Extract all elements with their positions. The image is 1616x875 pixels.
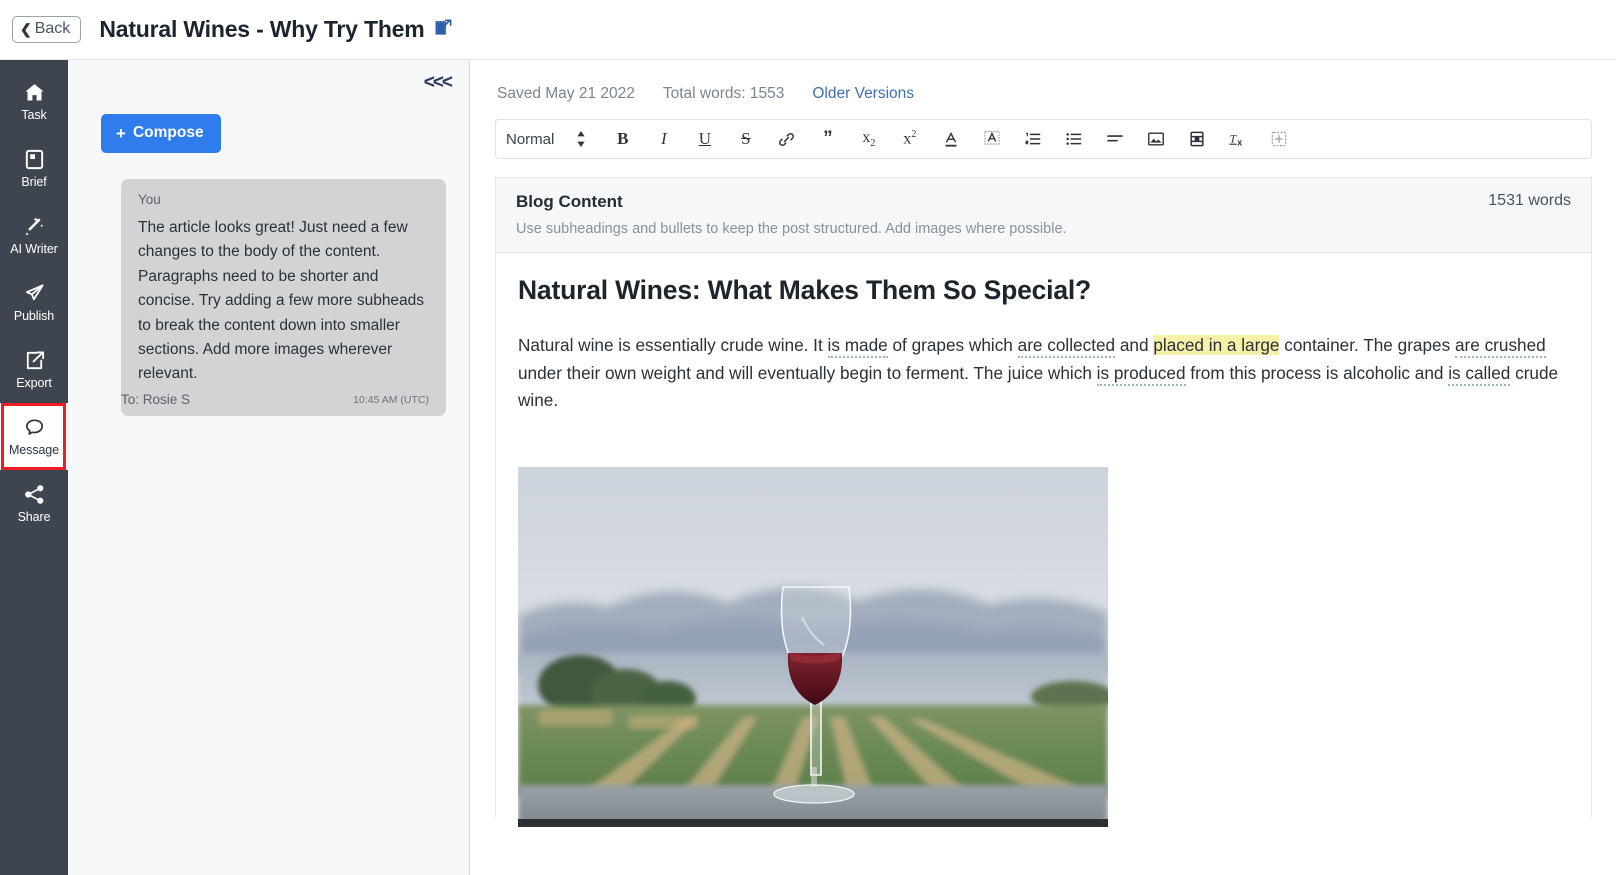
message-bubble[interactable]: You The article looks great! Just need a… [121, 179, 446, 416]
message-author: You [138, 192, 429, 207]
insert-embed-button[interactable] [1176, 123, 1217, 155]
highlighted-text[interactable]: placed in a large [1153, 335, 1279, 355]
sidebar-item-label: Share [18, 511, 51, 524]
message-recipient: To: Rosie S [121, 392, 190, 407]
subscript-button[interactable]: x2 [848, 123, 889, 155]
section-hint: Use subheadings and bullets to keep the … [516, 221, 1571, 237]
chevron-updown-icon [576, 129, 586, 149]
paragraph-text: Natural wine is essentially crude wine. … [518, 335, 828, 355]
sidebar-item-share[interactable]: Share [0, 470, 68, 537]
strikethrough-button[interactable]: S [725, 123, 766, 155]
document-icon [23, 148, 46, 172]
older-versions-link[interactable]: Older Versions [812, 85, 914, 103]
page-title: Natural Wines - Why Try Them [99, 16, 424, 43]
grammar-suggestion[interactable]: is made [828, 335, 888, 358]
saved-status: Saved May 21 2022 [497, 85, 635, 103]
link-button[interactable] [766, 123, 807, 155]
superscript-button[interactable]: x2 [889, 123, 930, 155]
export-icon [23, 349, 46, 373]
blog-content-header: Blog Content 1531 words Use subheadings … [496, 178, 1591, 253]
underline-button[interactable]: U [684, 123, 725, 155]
blockquote-button[interactable]: ” [807, 123, 848, 155]
article-image[interactable] [518, 467, 1108, 827]
sidebar-item-label: Message [9, 444, 59, 457]
grammar-suggestion[interactable]: is produced [1097, 363, 1186, 386]
editor-pane: Saved May 21 2022 Total words: 1553 Olde… [471, 60, 1616, 875]
total-words: Total words: 1553 [663, 85, 785, 103]
magic-wand-icon [23, 215, 46, 239]
section-title: Blog Content [516, 192, 1571, 212]
wine-glass-vineyard-photo [518, 467, 1108, 827]
paragraph-text: of grapes which [888, 335, 1018, 355]
grammar-suggestion[interactable]: is called [1448, 363, 1510, 386]
compose-button-label: Compose [133, 124, 204, 142]
paper-plane-icon [23, 282, 46, 306]
sidebar-item-label: Task [21, 109, 46, 122]
back-button-label: Back [35, 21, 71, 37]
message-panel: <<< + Compose You The article looks grea… [68, 60, 470, 875]
left-icon-rail: Task Brief AI Writer [0, 60, 68, 875]
insert-image-button[interactable] [1135, 123, 1176, 155]
chevron-left-icon: ❮ [20, 22, 32, 36]
article-body[interactable]: Natural Wines: What Makes Them So Specia… [496, 253, 1591, 827]
sidebar-item-task[interactable]: Task [0, 68, 68, 135]
back-button[interactable]: ❮ Back [12, 16, 81, 43]
home-icon [23, 81, 46, 105]
sidebar-item-label: Brief [21, 176, 46, 189]
align-button[interactable] [1094, 123, 1135, 155]
ordered-list-button[interactable] [1012, 123, 1053, 155]
paragraph-text: and [1115, 335, 1153, 355]
article-heading: Natural Wines: What Makes Them So Specia… [518, 275, 1569, 306]
sidebar-item-ai-writer[interactable]: AI Writer [0, 202, 68, 269]
article-paragraph: Natural wine is essentially crude wine. … [518, 332, 1569, 415]
share-nodes-icon [23, 483, 46, 507]
italic-button[interactable]: I [643, 123, 684, 155]
highlight-color-button[interactable] [971, 123, 1012, 155]
text-style-select[interactable]: Normal [506, 129, 586, 149]
sidebar-item-brief[interactable]: Brief [0, 135, 68, 202]
document-meta-row: Saved May 21 2022 Total words: 1553 Olde… [471, 60, 1616, 103]
paragraph-text: container. The grapes [1279, 335, 1455, 355]
chat-bubble-icon [23, 416, 46, 440]
grammar-suggestion[interactable]: are crushed [1455, 335, 1546, 358]
paragraph-text: under their own weight and will eventual… [518, 363, 1097, 383]
sidebar-item-publish[interactable]: Publish [0, 269, 68, 336]
grammar-suggestion[interactable]: are collected [1018, 335, 1115, 358]
sidebar-item-label: AI Writer [10, 243, 57, 256]
edit-square-icon[interactable] [434, 18, 453, 42]
paragraph-text: from this process is alcoholic and [1186, 363, 1449, 383]
sidebar-item-message[interactable]: Message [0, 403, 68, 470]
plus-icon: + [116, 125, 126, 142]
formatting-toolbar: Normal B I U S ” x2 x2 [495, 119, 1592, 159]
message-text: The article looks great! Just need a few… [138, 216, 429, 387]
sidebar-item-label: Publish [14, 310, 54, 323]
top-bar: ❮ Back Natural Wines - Why Try Them [0, 0, 1616, 60]
add-block-button[interactable] [1258, 123, 1299, 155]
section-word-count: 1531 words [1488, 192, 1571, 210]
compose-button[interactable]: + Compose [101, 114, 221, 153]
blog-content-card: Blog Content 1531 words Use subheadings … [495, 177, 1592, 817]
svg-text:x: x [1237, 137, 1243, 147]
collapse-panel-icon[interactable]: <<< [424, 72, 451, 94]
sidebar-item-export[interactable]: Export [0, 336, 68, 403]
bold-button[interactable]: B [602, 123, 643, 155]
clear-format-button[interactable]: T x [1217, 123, 1258, 155]
sidebar-item-label: Export [16, 377, 52, 390]
bullet-list-button[interactable] [1053, 123, 1094, 155]
text-style-value: Normal [506, 131, 554, 148]
text-color-button[interactable] [930, 123, 971, 155]
